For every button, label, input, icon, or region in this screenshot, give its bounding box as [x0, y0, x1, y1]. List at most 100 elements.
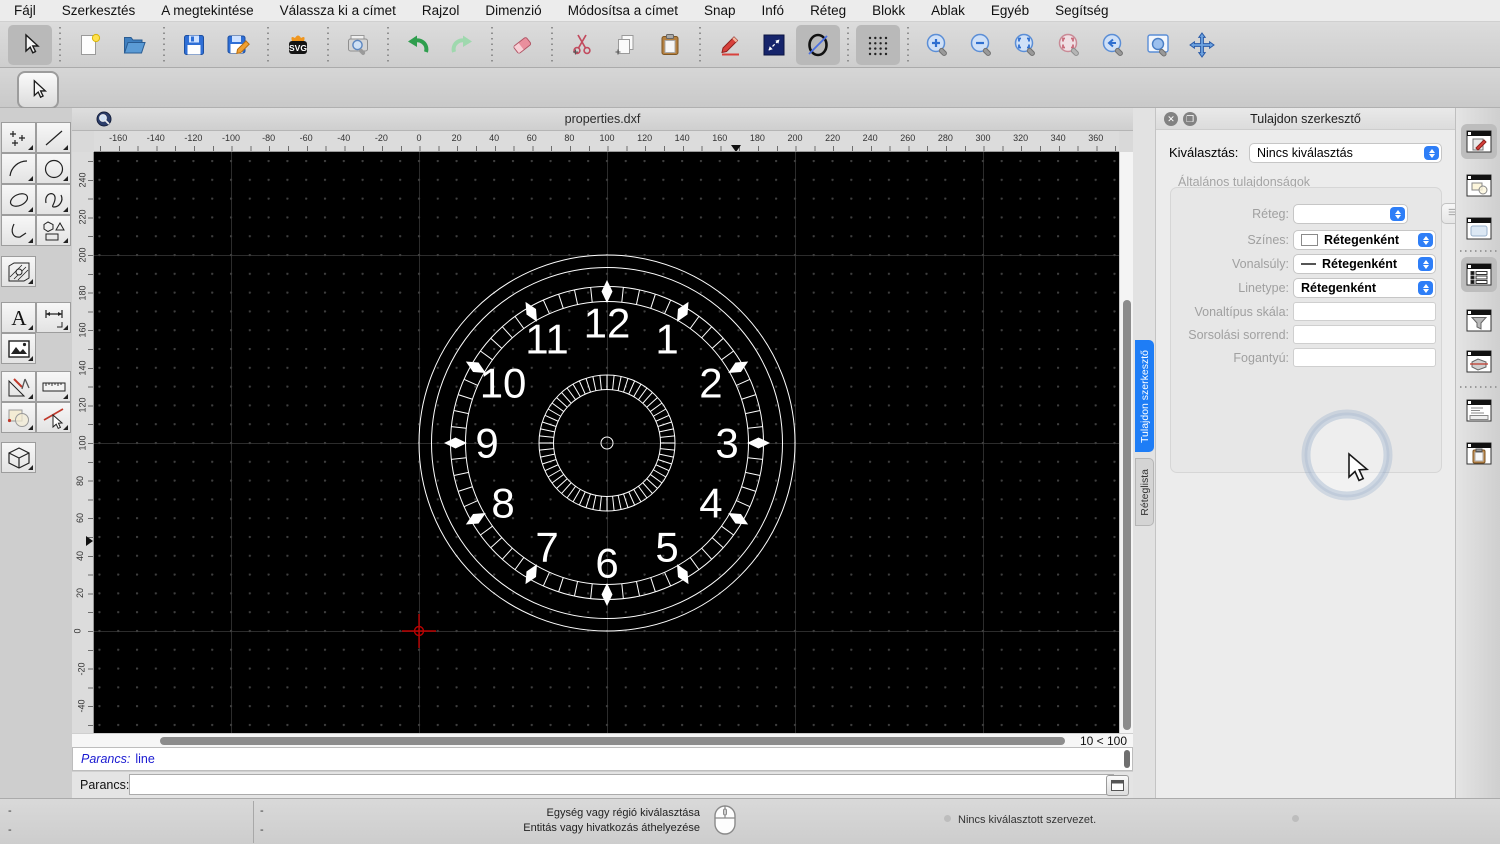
menu-item[interactable]: Infó	[762, 3, 785, 18]
vruler-label: 220	[77, 209, 88, 225]
layer-list-panel-button[interactable]	[1461, 257, 1497, 292]
selection-dropdown[interactable]: Nincs kiválasztás	[1249, 143, 1442, 163]
print-preview-button[interactable]	[336, 25, 380, 65]
coordinate-placeholder: -	[8, 805, 12, 817]
spline-tool-button[interactable]	[36, 184, 71, 215]
zoom-pan-button[interactable]	[1180, 25, 1224, 65]
cut-button[interactable]	[560, 25, 604, 65]
drawing-canvas[interactable]: 12 1 2 3 4 5 6 7 8 9 10 11	[94, 152, 1119, 733]
tab-property-editor[interactable]: Tulajdon szerkesztő	[1135, 340, 1154, 452]
zoom-redraw-button[interactable]	[1048, 25, 1092, 65]
hruler-label: -40	[337, 133, 351, 143]
wall-panel-button[interactable]	[1461, 344, 1497, 379]
zoom-out-button[interactable]	[960, 25, 1004, 65]
polyline-tool-button[interactable]	[1, 215, 36, 246]
horizontal-scrollbar[interactable]: 10 < 100	[72, 733, 1133, 748]
hruler-label: 200	[787, 133, 803, 143]
zoom-window-button[interactable]	[1136, 25, 1180, 65]
blocks-panel-button[interactable]	[1461, 168, 1497, 203]
circle-tool-button[interactable]	[36, 153, 71, 184]
layer-dropdown[interactable]	[1293, 204, 1408, 224]
dropdown-stepper-icon	[1390, 207, 1405, 221]
zoom-auto-icon	[1014, 33, 1035, 56]
menu-item[interactable]: Blokk	[872, 3, 905, 18]
cad-tools-button[interactable]	[1, 371, 36, 402]
grid-toggle-button[interactable]	[856, 24, 900, 65]
vertical-scrollbar-thumb[interactable]	[1122, 300, 1131, 730]
image-tool-button[interactable]	[1, 333, 36, 364]
menu-item[interactable]: Válassza ki a címet	[280, 3, 396, 18]
clipboard-panel-button[interactable]	[1461, 436, 1497, 471]
circle-tool-button[interactable]	[796, 24, 840, 65]
filter-panel-button[interactable]	[1461, 303, 1497, 338]
status-bar: - - - - Egység vagy régió kiválasztása E…	[0, 798, 1500, 844]
organization-status: Nincs kiválasztott szervezet.	[958, 814, 1097, 826]
save-as-button[interactable]	[216, 25, 260, 65]
text-tool-button[interactable]: A	[1, 302, 36, 333]
menu-item[interactable]: Szerkesztés	[62, 3, 136, 18]
select-button[interactable]	[8, 24, 52, 65]
open-file-button[interactable]	[112, 25, 156, 65]
line-tool-button[interactable]	[36, 122, 71, 153]
svg-export-button[interactable]: SVG	[276, 25, 320, 65]
property-editor-panel-button[interactable]	[1461, 124, 1497, 159]
draw-order-field[interactable]	[1293, 325, 1436, 344]
zoom-auto-button[interactable]	[1004, 25, 1048, 65]
menu-item[interactable]: Dimenzió	[485, 3, 541, 18]
menu-item[interactable]: Fájl	[14, 3, 36, 18]
shapes-tool-button[interactable]	[36, 215, 71, 246]
select-tool-button[interactable]	[17, 71, 59, 109]
hatch-tool-button[interactable]	[1, 256, 36, 287]
delete-button[interactable]	[500, 25, 544, 65]
vertical-scrollbar[interactable]	[1119, 152, 1133, 733]
zoom-in-button[interactable]	[916, 25, 960, 65]
menu-item[interactable]: Módosítsa a címet	[568, 3, 678, 18]
dimension-tool-button[interactable]	[36, 302, 71, 333]
points-tool-button[interactable]	[1, 122, 36, 153]
box3d-tool-button[interactable]	[1, 442, 36, 473]
toolbar-separator	[267, 26, 269, 63]
zoom-window-icon	[1147, 33, 1169, 57]
zoom-previous-button[interactable]	[1092, 25, 1136, 65]
menu-item[interactable]: Rajzol	[422, 3, 460, 18]
trim-tool-button[interactable]	[36, 402, 71, 433]
arc-tool-button[interactable]	[1, 153, 36, 184]
paste-button[interactable]	[648, 25, 692, 65]
linetype-scale-field[interactable]	[1293, 302, 1436, 321]
ruler-tool-button[interactable]	[36, 371, 71, 402]
save-button[interactable]	[172, 25, 216, 65]
redo-icon	[451, 35, 472, 53]
ellipse-tool-button[interactable]	[1, 184, 36, 215]
panel-toggle-strip	[1455, 108, 1500, 798]
horizontal-scrollbar-thumb[interactable]	[160, 736, 1065, 745]
command-window-panel-button[interactable]	[1461, 393, 1497, 428]
menu-item[interactable]: Ablak	[931, 3, 965, 18]
history-scrollbar-thumb[interactable]	[1124, 750, 1130, 768]
edit-pencil-button[interactable]	[708, 25, 752, 65]
handle-field[interactable]	[1293, 348, 1436, 367]
clock-face-drawing: 12 12 3 45678 9 1011	[402, 254, 796, 648]
linetype-dropdown[interactable]: Rétegenként	[1293, 278, 1436, 298]
lineweight-dropdown[interactable]: Rétegenként	[1293, 254, 1436, 274]
line-tool-button[interactable]	[752, 25, 796, 65]
undo-button[interactable]	[396, 25, 440, 65]
menu-item[interactable]: Segítség	[1055, 3, 1108, 18]
hruler-label: -60	[299, 133, 313, 143]
command-input[interactable]	[129, 774, 1114, 795]
new-file-button[interactable]	[68, 25, 112, 65]
copy-button[interactable]	[604, 25, 648, 65]
color-dropdown[interactable]: Rétegenként	[1293, 230, 1436, 250]
tab-layer-list[interactable]: Réteglista	[1135, 458, 1154, 526]
copy-icon	[615, 34, 634, 54]
widgets-panel-button[interactable]	[1461, 211, 1497, 246]
modify-tool-button[interactable]	[1, 402, 36, 433]
menu-item[interactable]: Snap	[704, 3, 736, 18]
menu-item[interactable]: Egyéb	[991, 3, 1029, 18]
redo-button[interactable]	[440, 25, 484, 65]
vruler-position-marker	[86, 536, 93, 546]
command-options-button[interactable]	[1106, 775, 1129, 796]
dropdown-stepper-icon	[1418, 233, 1433, 247]
document-titlebar[interactable]: properties.dxf	[72, 108, 1133, 131]
menu-item[interactable]: A megtekintése	[161, 3, 253, 18]
menu-item[interactable]: Réteg	[810, 3, 846, 18]
